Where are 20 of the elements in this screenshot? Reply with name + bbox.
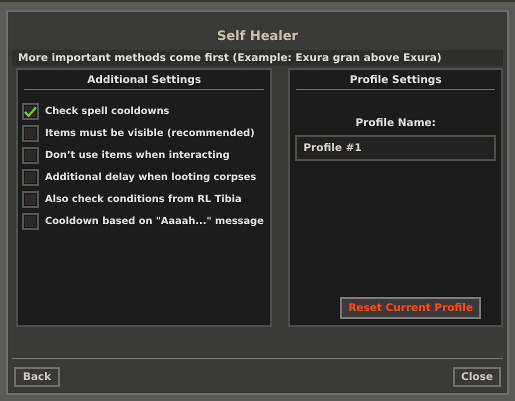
checkbox-label: Also check conditions from RL Tibia	[45, 194, 242, 205]
checkbox-label: Check spell cooldowns	[45, 106, 170, 117]
profile-name-field[interactable]: Profile #1	[295, 135, 496, 161]
panel-title: Profile Settings	[296, 70, 495, 90]
window-title: Self Healer	[216, 28, 299, 46]
profile-name-label: Profile Name:	[354, 117, 437, 129]
checkbox[interactable]	[22, 191, 39, 208]
checkbox-label: Additional delay when looting corpses	[45, 172, 256, 183]
checkbox-label: Cooldown based on "Aaaah..." message	[45, 216, 264, 227]
checkbox[interactable]	[22, 103, 39, 120]
close-button[interactable]: Close	[453, 367, 501, 387]
hint-text: More important methods come first (Example: Exura gran above Exura)	[12, 50, 503, 66]
checkbox[interactable]	[22, 213, 39, 230]
checkbox-label: Items must be visible (recommended)	[45, 128, 255, 139]
back-button[interactable]: Back	[14, 367, 60, 387]
checkbox[interactable]	[22, 169, 39, 186]
panel-title: Additional Settings	[24, 70, 264, 90]
checkbox[interactable]	[22, 125, 39, 142]
checkbox-label: Don’t use items when interacting	[45, 150, 230, 161]
checkbox[interactable]	[22, 147, 39, 164]
